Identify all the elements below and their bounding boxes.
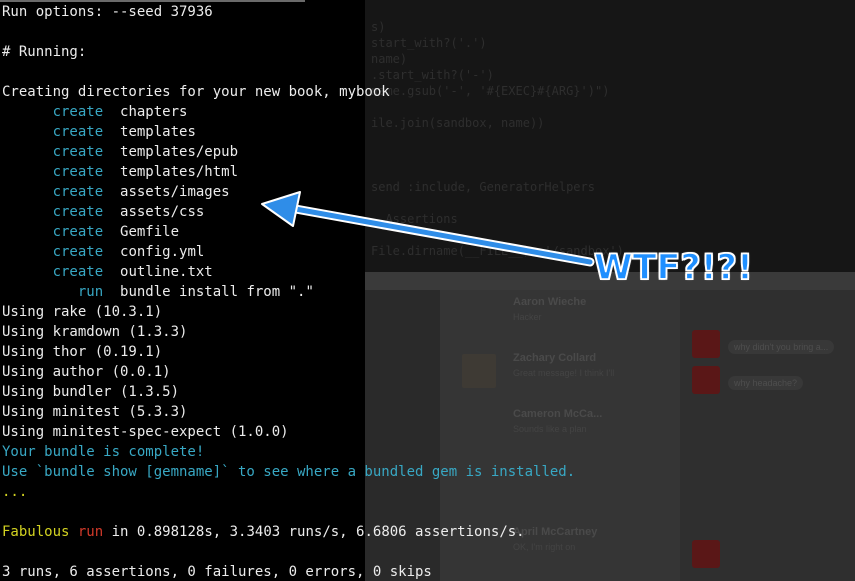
created-path: assets/css (120, 204, 205, 220)
gem-line: Using rake (10.3.1) (2, 304, 163, 320)
create-line: create chapters (2, 102, 188, 122)
gem-line: Using minitest (5.3.3) (2, 404, 188, 420)
create-keyword: create (52, 244, 104, 260)
created-path: templates/html (120, 164, 239, 180)
create-keyword: create (52, 144, 104, 160)
create-line: create templates (2, 122, 196, 142)
create-line: create config.yml (2, 242, 205, 262)
created-path: outline.txt (120, 264, 213, 280)
created-path: Gemfile (120, 224, 180, 240)
create-line: create Gemfile (2, 222, 179, 242)
created-path: assets/images (120, 184, 230, 200)
run-command: bundle install from "." (120, 284, 314, 300)
bundle-show-hint: Use `bundle show [gemname]` to see where… (2, 464, 576, 480)
run-options-line: Run options: --seed 37936 (2, 4, 213, 20)
run-line: run bundle install from "." (2, 282, 314, 302)
created-path: templates/epub (120, 144, 239, 160)
create-line: create outline.txt (2, 262, 213, 282)
create-keyword: create (52, 264, 104, 280)
screenshot: s) start_with?('.') name) .start_with?('… (0, 0, 855, 581)
create-keyword: create (52, 184, 104, 200)
gem-line: Using author (0.0.1) (2, 364, 171, 380)
create-line: create assets/css (2, 202, 205, 222)
run-word: run (77, 524, 104, 540)
test-timing-line: Fabulous run in 0.898128s, 3.3403 runs/s… (2, 522, 525, 542)
create-keyword: create (52, 124, 104, 140)
created-path: templates (120, 124, 196, 140)
progress-dots: ... (2, 484, 28, 500)
run-keyword: run (77, 284, 104, 300)
running-header: # Running: (2, 44, 87, 60)
fabulous-word: Fabulous (2, 524, 70, 540)
test-summary-line: 3 runs, 6 assertions, 0 failures, 0 erro… (2, 564, 432, 580)
timing-text: in 0.898128s, 3.3403 runs/s, 6.6806 asse… (103, 524, 525, 540)
gem-line: Using bundler (1.3.5) (2, 384, 180, 400)
created-path: config.yml (120, 244, 205, 260)
create-keyword: create (52, 204, 104, 220)
gem-line: Using minitest-spec-expect (1.0.0) (2, 424, 289, 440)
create-line: create templates/html (2, 162, 238, 182)
create-keyword: create (52, 104, 104, 120)
bundle-complete-message: Your bundle is complete! (2, 444, 205, 460)
create-line: create assets/images (2, 182, 230, 202)
terminal-output[interactable]: Run options: --seed 37936 # Running: Cre… (0, 0, 855, 581)
gem-line: Using thor (0.19.1) (2, 344, 163, 360)
creating-message: Creating directories for your new book, … (2, 84, 390, 100)
gem-line: Using kramdown (1.3.3) (2, 324, 188, 340)
annotation-label: WTF?!?! (593, 247, 753, 289)
create-line: create templates/epub (2, 142, 238, 162)
create-keyword: create (52, 224, 104, 240)
create-keyword: create (52, 164, 104, 180)
created-path: chapters (120, 104, 188, 120)
